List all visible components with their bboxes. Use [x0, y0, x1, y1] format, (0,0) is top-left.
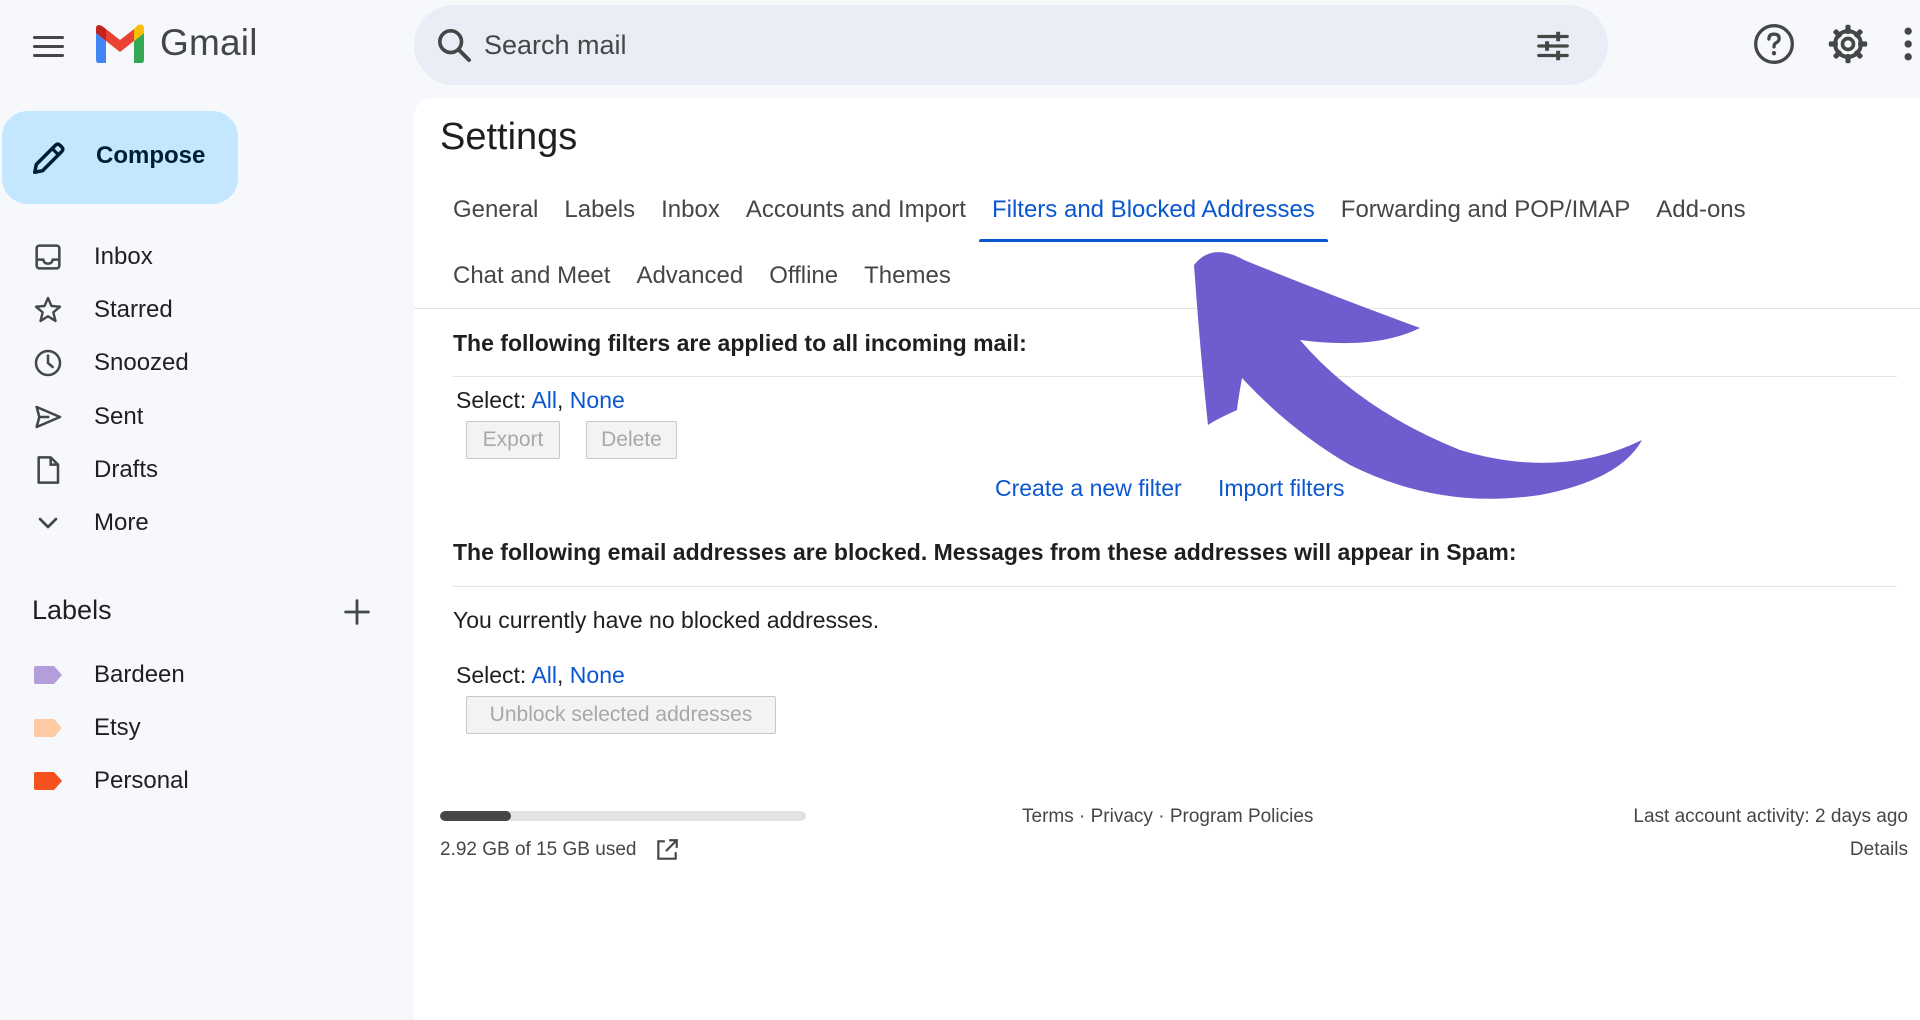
chevron-down-icon: [38, 517, 58, 529]
label-tag-icon: [34, 718, 62, 737]
search-icon[interactable]: [434, 25, 474, 65]
sidebar-item-label: Sent: [94, 402, 144, 430]
tab-inbox[interactable]: Inbox: [648, 180, 733, 240]
label-name: Personal: [94, 767, 189, 795]
menu-line: [32, 53, 64, 57]
section-divider: [453, 586, 1897, 587]
gmail-logo[interactable]: Gmail: [94, 22, 258, 64]
blocked-select-row: Select: All, None: [456, 662, 625, 689]
tab-labels[interactable]: Labels: [551, 180, 648, 240]
tab-themes[interactable]: Themes: [851, 246, 964, 306]
select-label: Select:: [456, 387, 527, 413]
footer-separator: ·: [1152, 806, 1170, 827]
filters-heading: The following filters are applied to all…: [453, 330, 1027, 356]
open-in-new-icon[interactable]: [654, 837, 680, 863]
storage-usage-fill: [440, 811, 512, 821]
section-divider: [453, 376, 1897, 377]
compose-button[interactable]: Compose: [2, 111, 238, 204]
select-label: Select:: [456, 662, 527, 688]
storage-usage-bar: [440, 811, 806, 821]
top-bar: Gmail: [0, 0, 1920, 90]
no-blocked-message: You currently have no blocked addresses.: [453, 607, 880, 633]
sidebar-item-label: Inbox: [94, 242, 153, 270]
gmail-wordmark: Gmail: [160, 22, 258, 63]
storage-usage-text: 2.92 GB of 15 GB used: [440, 839, 637, 860]
footer-links: Terms · Privacy · Program Policies: [1022, 806, 1313, 828]
sidebar-item-snoozed[interactable]: Snoozed: [0, 337, 414, 390]
search-bar[interactable]: [414, 5, 1608, 85]
settings-tabs-row-1: General Labels Inbox Accounts and Import…: [440, 180, 1759, 242]
label-tag-icon: [34, 665, 62, 684]
delete-button[interactable]: Delete: [586, 421, 677, 459]
tab-filters-and-blocked-addresses[interactable]: Filters and Blocked Addresses: [978, 180, 1328, 242]
label-name: Bardeen: [94, 660, 185, 688]
terms-link[interactable]: Terms: [1022, 806, 1074, 827]
label-name: Etsy: [94, 713, 141, 741]
footer-separator: ·: [1073, 806, 1091, 827]
label-item-etsy[interactable]: Etsy: [0, 701, 414, 754]
tab-accounts-and-import[interactable]: Accounts and Import: [733, 180, 979, 240]
send-icon: [35, 405, 62, 428]
compose-label: Compose: [96, 142, 206, 169]
search-options-icon[interactable]: [1534, 27, 1572, 65]
select-separator: ,: [557, 387, 570, 413]
create-new-filter-link[interactable]: Create a new filter: [995, 475, 1182, 502]
search-input[interactable]: [484, 19, 1464, 71]
sidebar-nav: Inbox Starred Snoozed Sent Drafts More: [0, 230, 414, 550]
settings-gear-icon[interactable]: [1826, 22, 1870, 66]
tabs-divider: [414, 308, 1920, 309]
sidebar-item-label: More: [94, 509, 149, 537]
draft-icon: [37, 455, 60, 484]
sidebar-item-drafts[interactable]: Drafts: [0, 443, 414, 496]
tab-advanced[interactable]: Advanced: [623, 246, 756, 306]
menu-line: [32, 35, 64, 39]
tab-general[interactable]: General: [440, 180, 551, 240]
select-separator: ,: [557, 662, 570, 688]
sidebar-item-inbox[interactable]: Inbox: [0, 230, 414, 283]
page-title: Settings: [440, 116, 578, 158]
help-icon[interactable]: [1752, 22, 1796, 66]
select-none-link[interactable]: None: [570, 387, 625, 413]
select-all-link[interactable]: All: [531, 662, 557, 688]
sidebar-item-label: Starred: [94, 295, 173, 323]
apps-grid-icon[interactable]: [1900, 22, 1920, 66]
sidebar-item-starred[interactable]: Starred: [0, 283, 414, 336]
sidebar-item-sent[interactable]: Sent: [0, 390, 414, 443]
inbox-icon: [35, 244, 61, 270]
sidebar-item-label: Snoozed: [94, 349, 189, 377]
labels-title: Labels: [32, 595, 112, 625]
menu-line: [32, 44, 64, 48]
tab-offline[interactable]: Offline: [756, 246, 851, 306]
tab-forwarding-and-pop-imap[interactable]: Forwarding and POP/IMAP: [1328, 180, 1643, 240]
select-none-link[interactable]: None: [570, 662, 625, 688]
label-item-personal[interactable]: Personal: [0, 755, 414, 808]
import-filters-link[interactable]: Import filters: [1218, 475, 1345, 502]
program-policies-link[interactable]: Program Policies: [1170, 806, 1314, 827]
privacy-link[interactable]: Privacy: [1091, 806, 1153, 827]
export-button[interactable]: Export: [466, 421, 560, 459]
labels-header: Labels: [32, 595, 372, 635]
settings-tabs-row-2: Chat and Meet Advanced Offline Themes: [440, 246, 964, 306]
pencil-icon: [33, 142, 65, 174]
filters-select-row: Select: All, None: [456, 387, 625, 414]
settings-panel: Settings General Labels Inbox Accounts a…: [414, 98, 1920, 1020]
last-account-activity: Last account activity: 2 days ago: [1633, 806, 1908, 827]
sidebar-item-label: Drafts: [94, 455, 159, 483]
label-tag-icon: [34, 772, 62, 791]
activity-details-link[interactable]: Details: [1850, 839, 1908, 861]
tab-add-ons[interactable]: Add-ons: [1643, 180, 1758, 240]
unblock-selected-button[interactable]: Unblock selected addresses: [466, 696, 776, 734]
tab-chat-and-meet[interactable]: Chat and Meet: [440, 246, 623, 306]
gmail-m-icon: [96, 24, 144, 63]
main-menu-button[interactable]: [24, 26, 72, 66]
label-item-bardeen[interactable]: Bardeen: [0, 648, 414, 701]
label-list: Bardeen Etsy Personal: [0, 648, 414, 808]
clock-icon: [34, 349, 62, 377]
select-all-link[interactable]: All: [531, 387, 557, 413]
blocked-heading: The following email addresses are blocke…: [453, 539, 1517, 565]
sidebar-item-more[interactable]: More: [0, 496, 414, 549]
add-label-icon[interactable]: [340, 595, 374, 629]
star-icon: [34, 296, 62, 323]
